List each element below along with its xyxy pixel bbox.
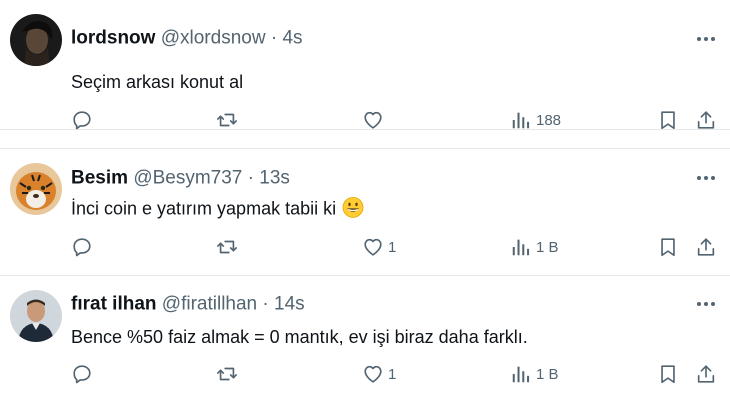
tweet-text: Bence %50 faiz almak = 0 mantık, ev işi … [71,327,528,347]
separator-dot: · [270,27,278,49]
more-options-icon[interactable] [696,175,716,181]
tweet-text-row: İnci coin e yatırım yapmak tabii ki [71,197,364,219]
bookmark-icon [661,111,675,130]
like-button[interactable]: 1 [362,233,396,261]
repost-icon [217,367,237,381]
tweet-text: Seçim arkası konut al [71,72,244,92]
like-count: 1 [388,238,397,256]
reply-icon [73,238,91,257]
more-options-icon[interactable] [696,301,716,307]
views-button[interactable]: 1 B [510,360,559,388]
like-count: 1 [388,365,397,383]
user-handle[interactable]: @firatillhan [162,294,257,315]
repost-button[interactable] [216,360,238,388]
bookmark-icon [661,365,675,384]
bookmark-icon [661,238,675,257]
reply-icon [73,111,91,130]
view-count: 188 [536,111,562,129]
repost-icon [217,240,237,254]
heart-icon [364,111,382,129]
user-handle[interactable]: @xlordsnow [161,28,266,49]
grinning-face-emoji-icon [342,197,364,219]
view-count: 1 B [536,238,559,256]
share-button[interactable] [695,360,717,388]
avatar[interactable] [10,290,62,342]
share-icon [697,238,715,256]
display-name[interactable]: lordsnow [71,28,155,49]
share-button[interactable] [695,106,717,134]
share-icon [697,365,715,383]
analytics-icon [512,366,530,383]
avatar[interactable] [10,14,62,66]
bookmark-button[interactable] [657,233,679,261]
analytics-icon [512,112,530,129]
display-name[interactable]: Besim [71,168,128,189]
repost-button[interactable] [216,106,238,134]
timestamp[interactable]: 14s [274,294,305,315]
reply-button[interactable] [71,233,93,261]
bookmark-button[interactable] [657,106,679,134]
bookmark-button[interactable] [657,360,679,388]
reply-button[interactable] [71,360,93,388]
views-button[interactable]: 1 B [510,233,559,261]
like-button[interactable]: 1 [362,360,396,388]
avatar[interactable] [10,163,62,215]
more-options-icon[interactable] [696,36,716,42]
repost-button[interactable] [216,233,238,261]
share-icon [697,111,715,129]
analytics-icon [512,239,530,256]
repost-icon [217,113,237,127]
heart-icon [364,238,382,256]
tweet[interactable]: Besim @Besym737 · 13s İnci coin e yatırı… [0,148,730,276]
tweet[interactable]: fırat ilhan @firatillhan · 14s Bence %50… [0,276,730,420]
share-button[interactable] [695,233,717,261]
timestamp[interactable]: 13s [259,168,290,189]
reply-icon [73,365,91,384]
timestamp[interactable]: 4s [282,28,302,49]
tweet-text: İnci coin e yatırım yapmak tabii ki [71,198,337,219]
like-button[interactable] [362,106,388,134]
separator-dot: · [262,293,269,315]
views-button[interactable]: 188 [510,106,561,134]
display-name[interactable]: fırat ilhan [71,294,157,315]
user-handle[interactable]: @Besym737 [133,168,242,189]
heart-icon [364,365,382,383]
reply-button[interactable] [71,106,93,134]
tweet[interactable]: lordsnow @xlordsnow · 4s Seçim arkası ko… [0,0,730,130]
separator-dot: · [247,167,254,189]
view-count: 1 B [536,365,559,383]
